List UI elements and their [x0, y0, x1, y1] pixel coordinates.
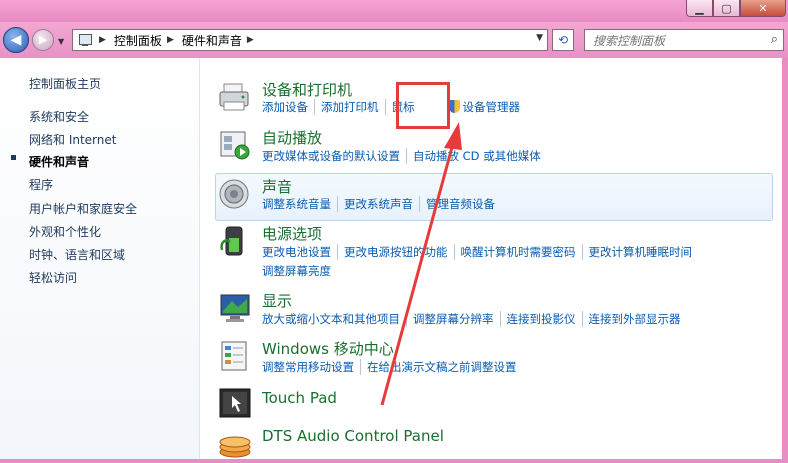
mobility-links: 调整常用移动设置 在给出演示文稿之前调整设置 — [262, 359, 523, 375]
breadcrumb-control-panel[interactable]: 控制面板 — [114, 32, 162, 49]
sidebar-item-home[interactable]: 控制面板主页 — [29, 75, 101, 92]
power-links-row2: 调整屏幕亮度 — [262, 263, 337, 279]
presentation-settings-link[interactable]: 在给出演示文稿之前调整设置 — [360, 359, 523, 375]
minimize-icon[interactable]: ▁ — [686, 0, 713, 17]
adjust-brightness-link[interactable]: 调整屏幕亮度 — [262, 263, 337, 279]
search-input[interactable] — [591, 31, 765, 51]
back-button[interactable]: ◀ — [3, 27, 29, 53]
breadcrumb-separator[interactable]: ▶ — [167, 35, 174, 45]
close-icon[interactable]: ✕ — [740, 0, 786, 17]
monitor-icon[interactable] — [218, 291, 252, 325]
sidebar-item-ease-of-access[interactable]: 轻松访问 — [29, 269, 77, 286]
active-item-bullet — [11, 155, 16, 160]
printer-icon[interactable] — [218, 80, 252, 114]
adjust-volume-link[interactable]: 调整系统音量 — [262, 196, 337, 212]
autoplay-cd-link[interactable]: 自动播放 CD 或其他媒体 — [406, 148, 547, 164]
breadcrumb-separator[interactable]: ▶ — [99, 35, 106, 45]
forward-button[interactable]: ▶ — [32, 29, 54, 51]
refresh-button[interactable]: ⟲ — [552, 29, 574, 51]
main-content: 设备和打印机 添加设备 添加打印机 鼠标 设备管理器 自动播放 更改媒体或设备的… — [200, 58, 782, 459]
touchpad-icon[interactable] — [218, 386, 252, 420]
sidebar-item-clock-language[interactable]: 时钟、语言和区域 — [29, 246, 125, 263]
connect-projector-link[interactable]: 连接到投影仪 — [499, 311, 582, 327]
dts-icon[interactable] — [218, 426, 252, 460]
annotation-highlight-box — [396, 82, 450, 129]
window-right-border — [782, 58, 788, 459]
manage-audio-devices-link[interactable]: 管理音频设备 — [419, 196, 501, 212]
category-title-sound[interactable]: 声音 — [262, 176, 292, 197]
change-default-media-link[interactable]: 更改媒体或设备的默认设置 — [262, 148, 406, 164]
wake-password-link[interactable]: 唤醒计算机时需要密码 — [453, 244, 582, 260]
category-title-autoplay[interactable]: 自动播放 — [262, 127, 322, 148]
category-title-mobility-center[interactable]: Windows 移动中心 — [262, 338, 394, 359]
breadcrumb-separator[interactable]: ▶ — [247, 35, 254, 45]
add-device-link[interactable]: 添加设备 — [262, 99, 314, 115]
sidebar-item-system-security[interactable]: 系统和安全 — [29, 108, 89, 125]
sidebar-item-user-accounts[interactable]: 用户帐户和家庭安全 — [29, 200, 137, 217]
sidebar-item-programs[interactable]: 程序 — [29, 176, 53, 193]
category-title-touch-pad[interactable]: Touch Pad — [262, 389, 337, 407]
search-icon[interactable]: ⌕ — [771, 32, 778, 47]
autoplay-icon[interactable] — [218, 128, 252, 162]
add-printer-link[interactable]: 添加打印机 — [314, 99, 385, 115]
autoplay-links: 更改媒体或设备的默认设置 自动播放 CD 或其他媒体 — [262, 148, 547, 164]
speaker-icon[interactable] — [218, 177, 252, 211]
change-battery-settings-link[interactable]: 更改电池设置 — [262, 244, 337, 260]
sidebar-item-hardware-sound[interactable]: 硬件和声音 — [29, 153, 89, 170]
text-size-link[interactable]: 放大或缩小文本和其他项目 — [262, 311, 406, 327]
display-links: 放大或缩小文本和其他项目 调整屏幕分辨率 连接到投影仪 连接到外部显示器 — [262, 311, 687, 327]
sound-links: 调整系统音量 更改系统声音 管理音频设备 — [262, 196, 501, 212]
recent-pages-dropdown[interactable]: ▼ — [58, 37, 64, 46]
power-button-function-link[interactable]: 更改电源按钮的功能 — [337, 244, 454, 260]
category-title-dts-audio[interactable]: DTS Audio Control Panel — [262, 427, 444, 445]
sleep-time-link[interactable]: 更改计算机睡眠时间 — [581, 244, 699, 260]
sidebar-item-network[interactable]: 网络和 Internet — [29, 131, 116, 148]
search-box: ⌕ — [584, 29, 784, 51]
connect-external-display-link[interactable]: 连接到外部显示器 — [581, 311, 687, 327]
sidebar-item-appearance[interactable]: 外观和个性化 — [29, 223, 101, 240]
category-title-devices-printers[interactable]: 设备和打印机 — [262, 79, 352, 100]
devices-printers-links: 添加设备 添加打印机 鼠标 设备管理器 — [262, 99, 526, 115]
screen-resolution-link[interactable]: 调整屏幕分辨率 — [406, 311, 500, 327]
mobility-settings-link[interactable]: 调整常用移动设置 — [262, 359, 360, 375]
category-title-display[interactable]: 显示 — [262, 290, 292, 311]
category-title-power-options[interactable]: 电源选项 — [262, 223, 322, 244]
device-manager-link[interactable]: 设备管理器 — [443, 99, 527, 115]
change-sounds-link[interactable]: 更改系统声音 — [337, 196, 419, 212]
navigation-bar: ◀ ▶ ▼ ▶ 控制面板 ▶ 硬件和声音 ▶ ▼ ⟲ ⌕ — [0, 22, 788, 58]
breadcrumb-hardware-sound[interactable]: 硬件和声音 — [182, 32, 242, 49]
address-dropdown-icon[interactable]: ▼ — [536, 33, 543, 43]
mobility-center-icon[interactable] — [218, 339, 252, 373]
address-bar[interactable]: ▶ 控制面板 ▶ 硬件和声音 ▶ ▼ — [72, 29, 548, 51]
device-manager-label: 设备管理器 — [462, 100, 521, 114]
battery-icon[interactable] — [218, 224, 252, 258]
power-links: 更改电池设置 更改电源按钮的功能 唤醒计算机时需要密码 更改计算机睡眠时间 — [262, 244, 698, 260]
window-controls: ▁ ▢ ✕ — [686, 0, 786, 17]
control-panel-icon — [77, 33, 93, 47]
sidebar: 控制面板主页 系统和安全 网络和 Internet 硬件和声音 程序 用户帐户和… — [0, 58, 200, 459]
maximize-icon[interactable]: ▢ — [713, 0, 740, 17]
title-bar: ▁ ▢ ✕ — [0, 0, 788, 22]
uac-shield-icon — [448, 100, 460, 113]
